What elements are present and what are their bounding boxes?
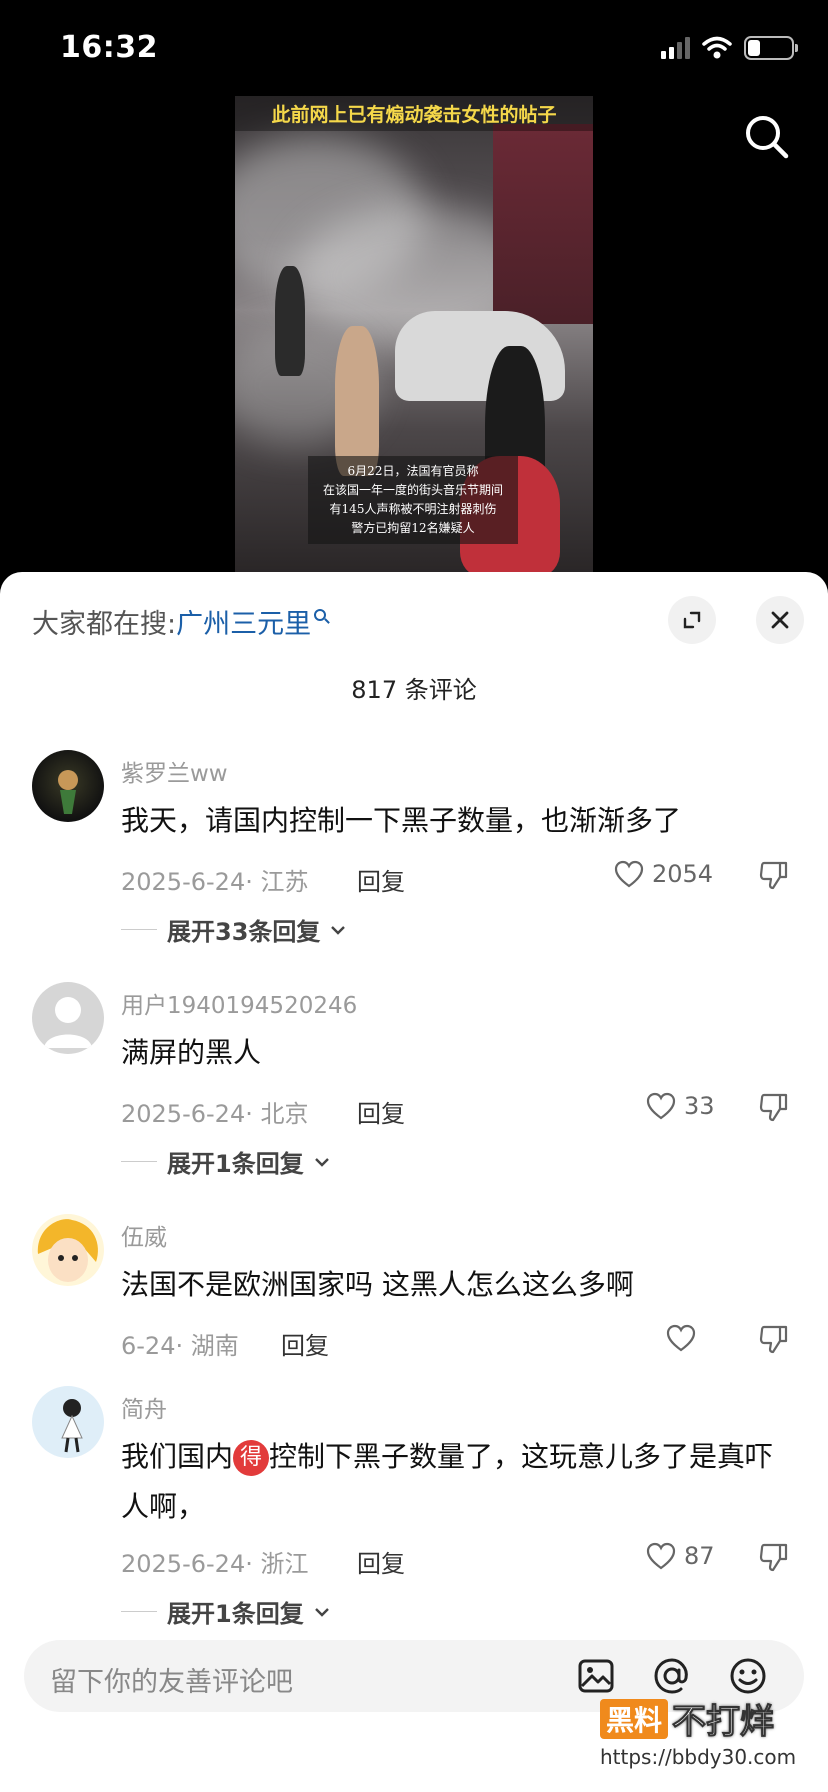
expand-replies[interactable]: 展开1条回复 (121, 1144, 330, 1179)
like-button[interactable]: 87 (646, 1542, 715, 1570)
watermark-logo: 黑料 不打烊 https://bbdy30.com (600, 1694, 800, 1774)
image-icon[interactable] (576, 1656, 616, 1696)
comment-text: 法国不是欧洲国家吗 这黑人怎么这么多啊 (121, 1268, 634, 1301)
avatar[interactable] (32, 1386, 104, 1458)
heart-icon (646, 1542, 676, 1570)
watermark-url: https://bbdy30.com (600, 1745, 797, 1769)
status-icons (661, 36, 798, 60)
reply-button[interactable]: 回复 (357, 1544, 405, 1579)
comment-text: 满屏的黑人 (121, 1036, 262, 1069)
like-count: 33 (684, 1092, 715, 1120)
heart-icon (666, 1324, 696, 1352)
expand-replies-label: 展开1条回复 (167, 1150, 304, 1178)
close-icon (771, 611, 789, 629)
status-bar: 16:32 (0, 0, 828, 96)
chevron-down-icon (314, 1157, 329, 1167)
comment-username[interactable]: 伍威 (121, 1218, 167, 1252)
comment-text: 我天，请国内控制一下黑子数量，也渐渐多了 (121, 804, 682, 837)
like-count: 87 (684, 1542, 715, 1570)
comment-item: 简舟 我们国内得控制下黑子数量了，这玩意儿多了是真吓人啊， 2025-6-24·… (0, 1386, 828, 1636)
dislike-icon[interactable] (758, 860, 790, 890)
comment-text: 我们国内得控制下黑子数量了，这玩意儿多了是真吓人啊， (121, 1440, 774, 1523)
comment-input-placeholder: 留下你的友善评论吧 (50, 1667, 293, 1698)
de-badge-icon: 得 (233, 1440, 270, 1476)
avatar[interactable] (32, 1214, 104, 1286)
comment-sheet: 大家都在搜:广州三元里 817 条评论 紫罗兰ww 我天，请国内控制一下黑子数量… (0, 572, 828, 1792)
video-player[interactable]: 此前网上已有煽动袭击女性的帖子 6月22日，法国有官员称 在该国一年一度的街头音… (235, 96, 593, 572)
hot-search[interactable]: 大家都在搜:广州三元里 (32, 602, 327, 641)
battery-icon (744, 36, 798, 60)
chevron-down-icon (331, 925, 346, 935)
expand-icon (683, 611, 701, 629)
dislike-icon[interactable] (758, 1324, 790, 1354)
video-subtitle: 6月22日，法国有官员称 在该国一年一度的街头音乐节期间 有145人声称被不明注… (308, 456, 518, 544)
expand-replies-label: 展开1条回复 (167, 1600, 304, 1628)
status-time: 16:32 (60, 30, 158, 65)
dislike-icon[interactable] (758, 1092, 790, 1122)
video-top-caption: 此前网上已有煽动袭击女性的帖子 (235, 96, 593, 131)
like-button[interactable]: 33 (646, 1092, 715, 1120)
comment-username[interactable]: 用户1940194520246 (121, 986, 357, 1020)
chevron-down-icon (314, 1607, 329, 1617)
comment-meta: 6-24· 湖南 (121, 1332, 239, 1360)
comment-item: 紫罗兰ww 我天，请国内控制一下黑子数量，也渐渐多了 2025-6-24· 江苏… (0, 750, 828, 950)
comment-meta: 2025-6-24· 江苏 (121, 868, 309, 896)
heart-icon (614, 860, 644, 888)
comment-meta: 2025-6-24· 北京 (121, 1100, 309, 1128)
hot-search-keyword[interactable]: 广州三元里 (176, 609, 311, 640)
like-button[interactable]: 2054 (614, 860, 713, 888)
dislike-icon[interactable] (758, 1542, 790, 1572)
like-count: 2054 (652, 860, 714, 888)
reply-button[interactable]: 回复 (281, 1326, 329, 1361)
comment-count-title: 817 条评论 (351, 676, 477, 704)
close-button[interactable] (756, 596, 804, 644)
expand-replies[interactable]: 展开1条回复 (121, 1594, 330, 1629)
search-icon[interactable] (742, 112, 792, 162)
search-small-icon (314, 609, 327, 621)
heart-icon (646, 1092, 676, 1120)
like-button[interactable] (666, 1324, 696, 1352)
reply-button[interactable]: 回复 (357, 1094, 405, 1129)
storefront-graphic (493, 124, 593, 324)
reply-button[interactable]: 回复 (357, 862, 405, 897)
expand-replies[interactable]: 展开33条回复 (121, 912, 346, 947)
comment-item: 用户1940194520246 满屏的黑人 2025-6-24· 北京 回复 3… (0, 982, 828, 1182)
expand-button[interactable] (668, 596, 716, 644)
mention-icon[interactable] (652, 1656, 692, 1696)
wifi-icon (702, 36, 732, 59)
comment-item: 伍威 法国不是欧洲国家吗 这黑人怎么这么多啊 6-24· 湖南 回复 (0, 1214, 828, 1364)
avatar[interactable] (32, 982, 104, 1054)
emoji-icon[interactable] (728, 1656, 768, 1696)
avatar[interactable] (32, 750, 104, 822)
expand-replies-label: 展开33条回复 (167, 918, 321, 946)
comment-username[interactable]: 简舟 (121, 1390, 167, 1424)
hot-search-prefix: 大家都在搜: (32, 609, 177, 640)
comment-meta: 2025-6-24· 浙江 (121, 1550, 309, 1578)
cellular-signal-icon (661, 37, 690, 59)
comment-username[interactable]: 紫罗兰ww (121, 754, 228, 788)
